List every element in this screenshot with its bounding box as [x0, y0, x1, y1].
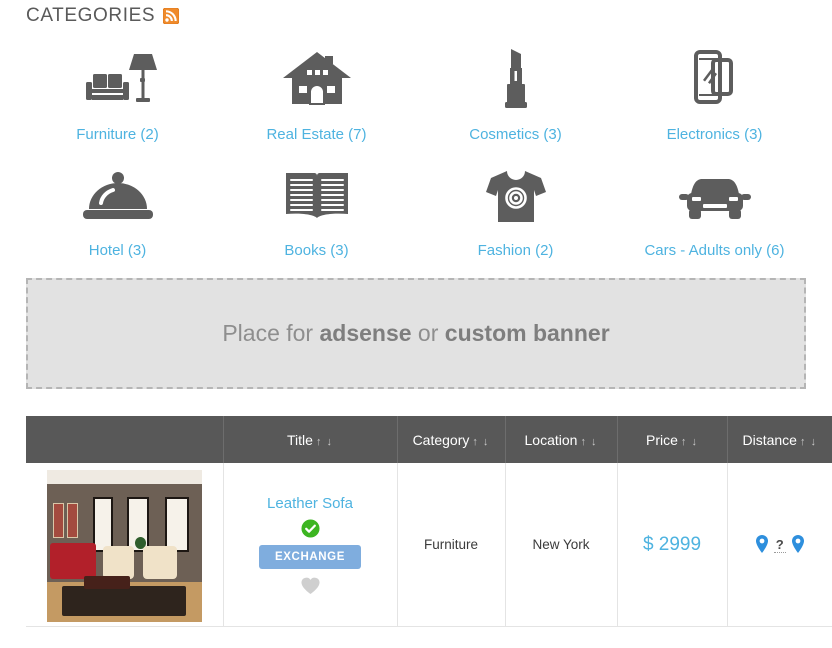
- listing-category-cell: Furniture: [397, 463, 506, 627]
- ad-banner-placeholder: Place for adsense or custom banner: [26, 278, 806, 389]
- distance-help-tooltip[interactable]: ?: [773, 537, 786, 553]
- categories-grid: Furniture (2) Real Estate (7) Cosmetics …: [0, 34, 832, 270]
- house-icon: [279, 42, 355, 116]
- category-label: Real Estate (7): [266, 126, 367, 143]
- column-header-title[interactable]: Title ↑ ↓: [223, 416, 398, 463]
- banner-text-middle: or: [411, 320, 445, 346]
- verified-check-icon: [300, 518, 320, 538]
- lipstick-icon: [493, 42, 539, 116]
- sort-arrows-icon[interactable]: ↑ ↓: [800, 436, 817, 448]
- category-label: Fashion (2): [477, 242, 554, 259]
- category-item-hotel[interactable]: Hotel (3): [18, 154, 217, 270]
- category-item-cosmetics[interactable]: Cosmetics (3): [416, 34, 615, 154]
- column-header-location[interactable]: Location ↑ ↓: [505, 416, 618, 463]
- car-icon: [677, 162, 753, 232]
- listings-table-head: Title ↑ ↓ Category ↑ ↓ Location ↑ ↓ Price ↑ …: [26, 416, 832, 463]
- column-label: Distance: [742, 431, 797, 448]
- column-label: Price: [646, 431, 678, 448]
- page-title: CATEGORIES: [26, 5, 156, 26]
- column-header-price[interactable]: Price ↑ ↓: [617, 416, 728, 463]
- listing-price: $ 2999: [642, 533, 702, 555]
- category-item-cars[interactable]: Cars - Adults only (6): [615, 154, 814, 270]
- banner-bold-adsense: adsense: [319, 320, 412, 346]
- listings-table: Title ↑ ↓ Category ↑ ↓ Location ↑ ↓ Price ↑ …: [26, 416, 832, 627]
- listing-price-cell: $ 2999: [617, 463, 728, 627]
- listings-table-body: Leather Sofa EXCHANGE Furniture New York…: [26, 463, 832, 627]
- map-pin-icon[interactable]: [755, 535, 769, 554]
- category-item-furniture[interactable]: Furniture (2): [18, 34, 217, 154]
- smartphones-icon: [686, 42, 744, 116]
- column-header-thumb: [26, 416, 224, 463]
- categories-header: CATEGORIES: [0, 0, 832, 28]
- column-header-distance[interactable]: Distance ↑ ↓: [727, 416, 832, 463]
- open-book-icon: [284, 162, 350, 232]
- rss-icon[interactable]: [162, 7, 180, 25]
- category-item-electronics[interactable]: Electronics (3): [615, 34, 814, 154]
- exchange-button[interactable]: EXCHANGE: [259, 544, 361, 569]
- listing-thumbnail-cell[interactable]: [26, 463, 224, 627]
- sofa-lamp-icon: [78, 42, 158, 116]
- ad-banner-text: Place for adsense or custom banner: [222, 320, 609, 347]
- banner-text-before: Place for: [222, 320, 320, 346]
- category-label: Hotel (3): [88, 242, 147, 259]
- banner-bold-custom: custom banner: [444, 320, 610, 346]
- category-label: Cars - Adults only (6): [644, 242, 785, 259]
- category-label: Furniture (2): [76, 126, 159, 143]
- sort-arrows-icon[interactable]: ↑ ↓: [681, 436, 698, 448]
- map-pin-icon[interactable]: [791, 535, 805, 554]
- listing-thumbnail-image[interactable]: [46, 470, 202, 622]
- heart-icon[interactable]: [300, 576, 321, 595]
- column-label: Title: [287, 431, 313, 448]
- column-label: Category: [412, 431, 470, 448]
- page-root: CATEGORIES Furniture (2) Real Estate (7)…: [0, 0, 832, 648]
- listing-distance-cell: ?: [727, 463, 832, 627]
- listings-table-wrap: Title ↑ ↓ Category ↑ ↓ Location ↑ ↓ Price ↑ …: [26, 416, 832, 627]
- tshirt-icon: [483, 162, 549, 232]
- sort-arrows-icon[interactable]: ↑ ↓: [316, 436, 333, 448]
- table-header-row: Title ↑ ↓ Category ↑ ↓ Location ↑ ↓ Price ↑ …: [26, 416, 832, 463]
- sort-arrows-icon[interactable]: ↑ ↓: [580, 436, 597, 448]
- listing-location-cell: New York: [505, 463, 618, 627]
- category-item-fashion[interactable]: Fashion (2): [416, 154, 615, 270]
- category-label: Electronics (3): [666, 126, 763, 143]
- category-label: Books (3): [284, 242, 349, 259]
- category-item-books[interactable]: Books (3): [217, 154, 416, 270]
- column-header-category[interactable]: Category ↑ ↓: [397, 416, 506, 463]
- listing-title-cell: Leather Sofa EXCHANGE: [223, 463, 398, 627]
- column-label: Location: [524, 431, 578, 448]
- category-item-real-estate[interactable]: Real Estate (7): [217, 34, 416, 154]
- category-label: Cosmetics (3): [469, 126, 562, 143]
- listing-title-link[interactable]: Leather Sofa: [267, 495, 353, 512]
- sort-arrows-icon[interactable]: ↑ ↓: [472, 436, 489, 448]
- food-cloche-icon: [81, 162, 155, 232]
- table-row: Leather Sofa EXCHANGE Furniture New York…: [26, 463, 832, 627]
